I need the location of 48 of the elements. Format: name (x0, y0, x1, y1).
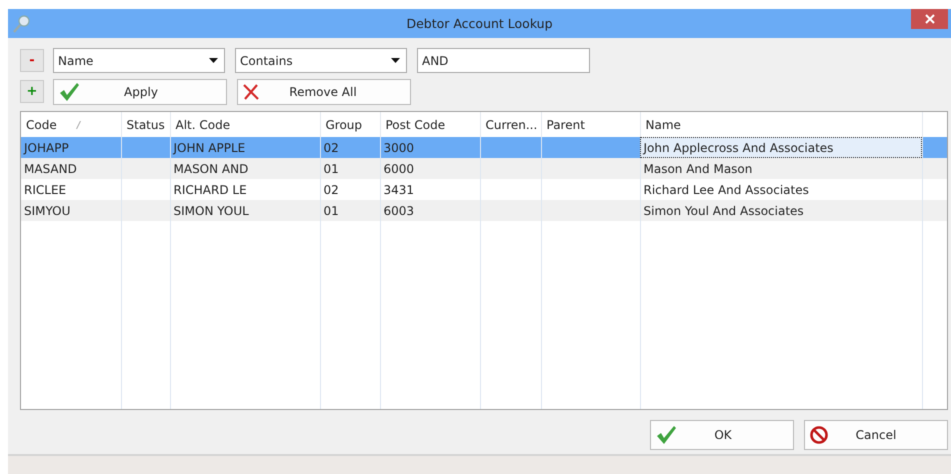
checkmark-icon (655, 425, 677, 445)
filter-value-field[interactable]: AND (417, 48, 590, 73)
dropdown-arrow-icon (209, 58, 218, 63)
table-cell: JOHN APPLE (170, 137, 320, 158)
table-cell: 6003 (380, 200, 480, 221)
table-row[interactable]: JOHAPP JOHN APPLE 02 3000 John Applecross And Associates (21, 137, 947, 158)
table-cell: 3000 (380, 137, 480, 158)
operator-value: Contains (240, 54, 293, 68)
column-header[interactable]: Name (640, 112, 922, 137)
table-cell: John Applecross And Associates (640, 137, 922, 158)
window-title: Debtor Account Lookup (405, 15, 554, 33)
column-header[interactable]: Code (21, 112, 121, 137)
table-row[interactable]: SIMYOU SIMON YOUL 01 6003 Simon Youl And Associates (21, 200, 947, 221)
table-cell: MASAND (21, 158, 121, 179)
column-header[interactable]: Parent (541, 112, 640, 137)
cross-icon (242, 82, 260, 100)
field-dropdown[interactable]: Name (53, 48, 225, 73)
close-icon (924, 14, 934, 24)
cancel-button[interactable]: Cancel (804, 420, 948, 450)
column-header[interactable]: Post Code (380, 112, 480, 137)
table-cell: 01 (320, 200, 380, 221)
table-row[interactable]: MASAND MASON AND 01 6000 Mason And Mason (21, 158, 947, 179)
table-cell: Mason And Mason (640, 158, 922, 179)
table-cell: Simon Youl And Associates (640, 200, 922, 221)
column-header[interactable]: Status (121, 112, 170, 137)
column-header[interactable]: Curren... (480, 112, 541, 137)
apply-button[interactable]: Apply (53, 78, 227, 104)
table-cell: 01 (320, 158, 380, 179)
checkmark-icon (58, 82, 80, 102)
sort-indicator-icon (76, 121, 80, 129)
dropdown-arrow-icon (391, 58, 400, 63)
remove-filter-button[interactable]: - (20, 49, 44, 72)
column-header[interactable]: Alt. Code (170, 112, 320, 137)
magnifier-icon (12, 14, 32, 34)
table-cell: MASON AND (170, 158, 320, 179)
close-button[interactable] (911, 9, 948, 29)
remove-all-button[interactable]: Remove All (237, 78, 411, 104)
table-cell: 02 (320, 137, 380, 158)
add-filter-button[interactable]: + (20, 80, 44, 103)
table-cell: SIMON YOUL (170, 200, 320, 221)
field-value: Name (58, 54, 94, 68)
ok-button[interactable]: OK (650, 420, 794, 450)
table-cell: SIMYOU (21, 200, 121, 221)
operator-dropdown[interactable]: Contains (235, 48, 407, 73)
prohibited-icon (809, 425, 829, 445)
table-cell: JOHAPP (21, 137, 121, 158)
table-cell: 6000 (380, 158, 480, 179)
column-header[interactable]: Group (320, 112, 380, 137)
